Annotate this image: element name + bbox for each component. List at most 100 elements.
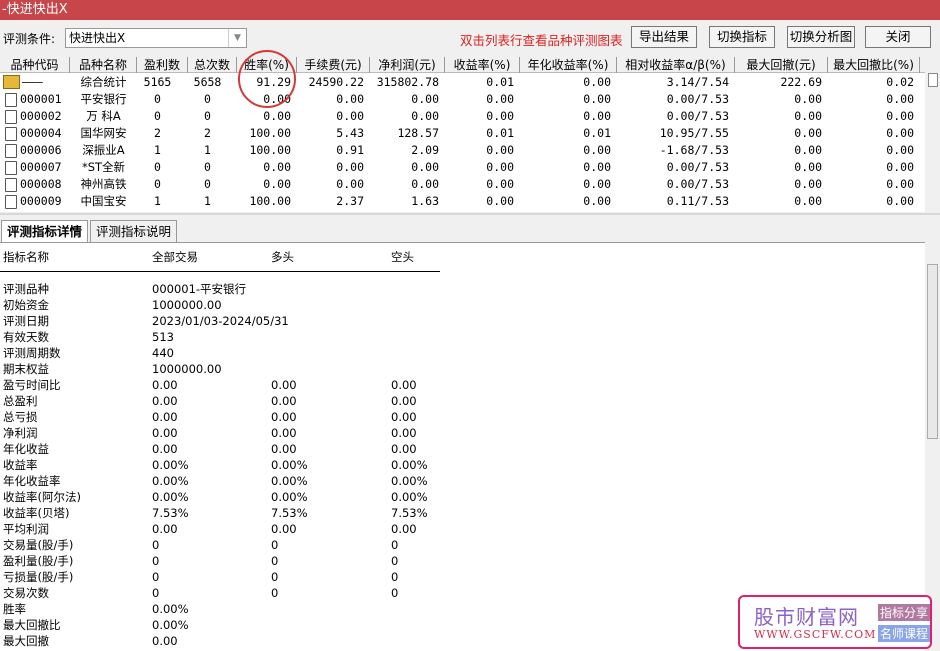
table-cell: 2 — [154, 126, 161, 140]
detail-cell: 0.00% — [152, 490, 189, 504]
table-cell: 5658 — [193, 75, 222, 89]
table-cell: ——— — [22, 75, 43, 89]
table-cell: 0.00 — [411, 92, 439, 106]
table-cell: 0.00 — [886, 177, 914, 191]
detail-cell: 440 — [152, 346, 174, 360]
table-cell: 0.00 — [794, 92, 822, 106]
detail-cell: 0 — [391, 538, 399, 552]
detail-cell: 0.00% — [271, 474, 308, 488]
table-scrollbar[interactable] — [925, 57, 940, 212]
table-cell: 000004 — [20, 126, 62, 140]
detail-cell: 0.00% — [152, 458, 189, 472]
detail-cell: 最大回撤比 — [3, 618, 61, 632]
detail-cell: 年化收益率 — [3, 474, 61, 488]
column-header[interactable]: 净利润(元) — [370, 57, 445, 73]
column-header[interactable]: 总次数 — [188, 57, 237, 73]
detail-row: 评测品种 000001-平安银行 — [0, 281, 600, 297]
document-icon — [5, 127, 17, 141]
table-cell: 0.00 — [263, 177, 291, 191]
detail-row: 收益率(贝塔) 7.53% 7.53% 7.53% — [0, 505, 600, 521]
table-cell: 0.00 — [583, 143, 611, 157]
detail-cell: 交易量(股/手) — [3, 538, 74, 552]
column-header[interactable]: 年化收益率(%) — [520, 57, 617, 73]
detail-cell: 1000000.00 — [152, 362, 222, 376]
detail-row: 收益率 0.00% 0.00% 0.00% — [0, 457, 600, 473]
table-cell: 0 — [204, 92, 211, 106]
table-row[interactable]: 000001 平安银行 0 0 0.00 0.00 0.00 0.00 0.00 0.00/7.5… — [0, 91, 925, 108]
detail-cell: 0.00% — [391, 474, 428, 488]
table-row[interactable]: 000007 *ST全新 0 0 0.00 0.00 0.00 0.00 0.00 0.00/7.… — [0, 159, 925, 176]
table-cell: 1.63 — [411, 194, 439, 208]
detail-cell: 0 — [271, 570, 279, 584]
detail-cell: 0.00 — [271, 394, 297, 408]
detail-cell: 0.00% — [152, 618, 189, 632]
switch-indicator-button[interactable]: 切换指标 — [709, 26, 775, 48]
table-cell: 000006 — [20, 143, 62, 157]
table-cell: 0.00 — [411, 109, 439, 123]
detail-cell: 0.00 — [152, 378, 178, 392]
table-cell: 100.00 — [249, 194, 291, 208]
tab-explanation[interactable]: 评测指标说明 — [90, 220, 178, 242]
column-header[interactable]: 盈利数 — [137, 57, 188, 73]
table-row[interactable]: ——— 综合统计 5165 5658 91.29 24590.22 315802.78 0.0… — [0, 74, 925, 91]
detail-cell: 空头 — [391, 250, 414, 264]
column-header[interactable]: 胜率(%) — [237, 57, 297, 73]
logo-name: 股市财富网 — [754, 605, 859, 629]
table-cell: 000007 — [20, 160, 62, 174]
table-row[interactable]: 000009 中国宝安 1 1 100.00 2.37 1.63 0.00 0.00 0.11/7… — [0, 193, 925, 210]
condition-select[interactable]: 快进快出X ▼ — [65, 28, 247, 48]
table-header: 品种代码 品种名称 盈利数 总次数 胜率(%) 手续费(元) 净利润(元) 收益率(%) 年化收… — [0, 57, 925, 73]
detail-cell: 0 — [391, 570, 399, 584]
splitter[interactable] — [0, 213, 940, 215]
table-row[interactable]: 000008 神州高铁 0 0 0.00 0.00 0.00 0.00 0.00 0.00/7.5… — [0, 176, 925, 193]
scroll-thumb[interactable] — [927, 264, 938, 439]
column-header[interactable]: 相对收益率α/β(%) — [617, 57, 735, 73]
table-row[interactable]: 000002 万 科A 0 0 0.00 0.00 0.00 0.00 0.00 0.00/7.5… — [0, 108, 925, 125]
table-cell: 0.00 — [886, 143, 914, 157]
detail-cell: 0 — [391, 586, 399, 600]
table-cell: 5165 — [143, 75, 172, 89]
column-header[interactable]: 手续费(元) — [297, 57, 370, 73]
table-cell: 中国宝安 — [80, 194, 127, 208]
scroll-thumb[interactable] — [928, 73, 938, 87]
detail-cell: 净利润 — [3, 426, 38, 440]
switch-chart-button[interactable]: 切换分析图 — [787, 26, 855, 48]
table-cell: 0.00 — [794, 177, 822, 191]
table-row[interactable]: 000004 国华网安 2 2 100.00 5.43 128.57 0.01 0.01 10.9… — [0, 125, 925, 142]
document-icon — [5, 178, 17, 192]
detail-cell: 0.00 — [152, 410, 178, 424]
table-cell: 0.00 — [583, 177, 611, 191]
tab-details[interactable]: 评测指标详情 — [1, 220, 89, 242]
table-row[interactable]: 000006 深振业A 1 1 100.00 0.91 2.09 0.00 0.00 -1.68/… — [0, 142, 925, 159]
detail-cell: 0 — [271, 586, 279, 600]
detail-scrollbar[interactable] — [925, 242, 940, 651]
table-cell: 0.01 — [486, 126, 514, 140]
table-cell: 315802.78 — [376, 75, 439, 89]
detail-cell: 0.00 — [152, 394, 178, 408]
detail-cell: 0.00 — [152, 442, 178, 456]
chevron-down-icon[interactable]: ▼ — [228, 29, 246, 47]
table-cell: 0.00/7.53 — [666, 109, 729, 123]
column-header[interactable]: 最大回撤比(%) — [828, 57, 920, 73]
detail-cell: 盈亏时间比 — [3, 378, 61, 392]
table-cell: 000009 — [20, 194, 62, 208]
detail-cell: 收益率 — [3, 458, 38, 472]
column-header[interactable]: 收益率(%) — [445, 57, 520, 73]
table-cell: 2 — [204, 126, 211, 140]
table-cell: 0.91 — [336, 143, 364, 157]
table-cell: 0.00 — [486, 143, 514, 157]
column-header[interactable]: 品种名称 — [70, 57, 137, 73]
detail-row: 净利润 0.00 0.00 0.00 — [0, 425, 600, 441]
detail-cell: 年化收益 — [3, 442, 49, 456]
column-header[interactable]: 最大回撤(元) — [735, 57, 828, 73]
detail-cell: 1000000.00 — [152, 298, 222, 312]
condition-value: 快进快出X — [69, 31, 126, 45]
column-header[interactable]: 品种代码 — [0, 57, 70, 73]
detail-cell: 平均利润 — [3, 522, 49, 536]
table-cell: 0.00/7.53 — [666, 177, 729, 191]
detail-cell: 7.53% — [271, 506, 308, 520]
close-button[interactable]: 关闭 — [865, 26, 931, 48]
export-button[interactable]: 导出结果 — [631, 26, 697, 48]
detail-cell: 0.00 — [391, 426, 417, 440]
detail-cell: 0 — [271, 538, 279, 552]
